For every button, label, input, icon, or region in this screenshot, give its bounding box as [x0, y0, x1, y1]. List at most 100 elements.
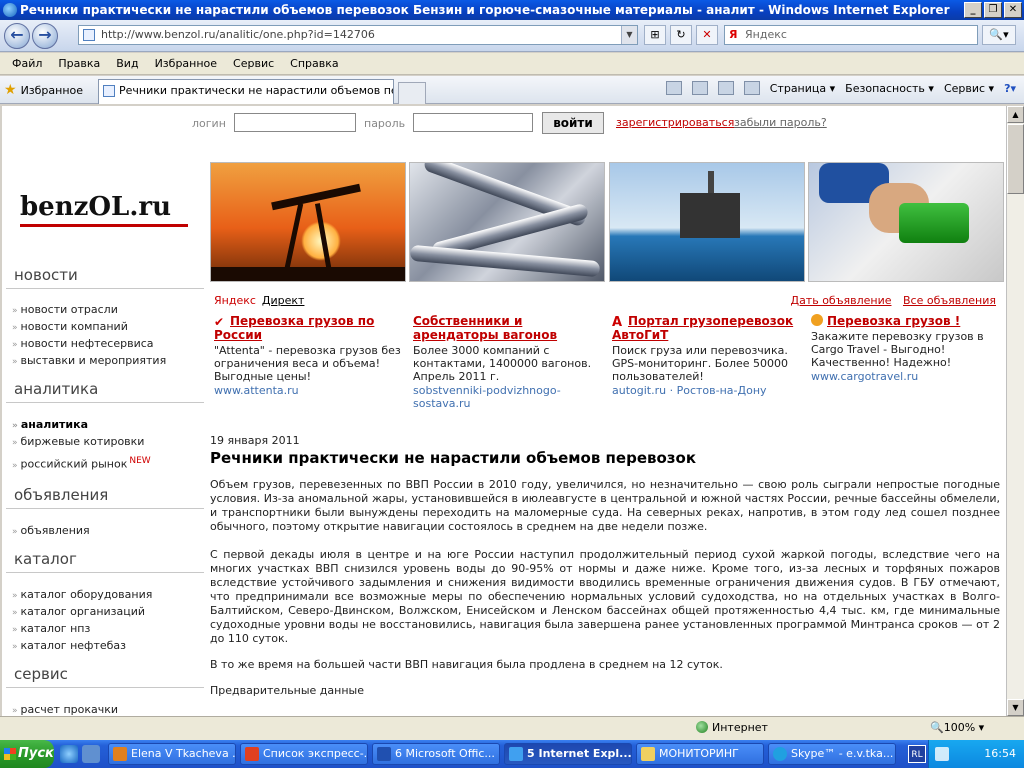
- taskbar: Пуск Elena V Tkacheva ... Список экспрес…: [0, 740, 1024, 768]
- section-classifieds[interactable]: объявления: [14, 486, 108, 504]
- app-icon: [245, 747, 259, 761]
- section-news[interactable]: новости: [14, 266, 78, 284]
- sidebar-item-refinery-catalog[interactable]: каталог нпз: [12, 622, 91, 635]
- login-button[interactable]: войти: [542, 112, 604, 134]
- close-button[interactable]: ✕: [1004, 2, 1022, 18]
- scroll-down-icon[interactable]: ▼: [1007, 699, 1024, 716]
- sidebar-item-org-catalog[interactable]: каталог организаций: [12, 605, 146, 618]
- sidebar-item-analytics[interactable]: аналитика: [12, 418, 88, 431]
- autogit-logo-icon: A: [612, 315, 623, 330]
- sidebar-item-equipment-catalog[interactable]: каталог оборудования: [12, 588, 153, 601]
- search-input[interactable]: Я Яндекс: [724, 25, 978, 45]
- web-page: логин пароль войти зарегистрироваться за…: [2, 106, 1006, 716]
- forgot-password-link[interactable]: забыли пароль?: [734, 116, 827, 129]
- register-link[interactable]: зарегистрироваться: [616, 116, 734, 129]
- banner-fuel-nozzle-image[interactable]: [808, 162, 1004, 282]
- ie-logo-icon: [3, 3, 17, 17]
- taskbar-button[interactable]: 6 Microsoft Offic...: [372, 743, 500, 765]
- banner-pipes-image[interactable]: [409, 162, 605, 282]
- back-button[interactable]: ←: [4, 23, 30, 49]
- banner-offshore-platform-image[interactable]: [609, 162, 805, 282]
- taskbar-button[interactable]: Список экспресс-...: [240, 743, 368, 765]
- article-paragraph: Объем грузов, перевезенных по ВВП России…: [210, 478, 1000, 533]
- ad-url[interactable]: www.attenta.ru: [214, 384, 406, 397]
- ie-icon: [509, 747, 523, 761]
- safety-menu[interactable]: Безопасность ▾: [845, 82, 934, 95]
- language-indicator[interactable]: RL: [908, 745, 926, 763]
- post-ad-link[interactable]: Дать объявление: [790, 294, 891, 307]
- windows-flag-icon: [4, 748, 16, 760]
- sidebar-item-classifieds[interactable]: объявления: [12, 524, 90, 537]
- ad-url[interactable]: autogit.ru · Ростов-на-Дону: [612, 384, 804, 397]
- feeds-icon[interactable]: [691, 81, 708, 95]
- vertical-scrollbar[interactable]: ▲ ▼: [1006, 106, 1024, 716]
- sidebar-item-pumping-calc[interactable]: расчет прокачки: [12, 703, 119, 716]
- refresh-icon[interactable]: ↻: [670, 25, 692, 45]
- ad-links: Дать объявление Все объявления: [782, 294, 996, 307]
- sidebar-item-industry-news[interactable]: новости отрасли: [12, 303, 118, 316]
- tab-title: Речники практически не нарастили объемов…: [119, 84, 393, 97]
- sidebar-item-oilservice-news[interactable]: новости нефтесервиса: [12, 337, 154, 350]
- taskbar-button[interactable]: Skype™ - e.v.tka...: [768, 743, 896, 765]
- menu-favorites[interactable]: Избранное: [147, 57, 225, 70]
- direct-link[interactable]: Директ: [262, 294, 305, 307]
- new-tab-button[interactable]: [398, 82, 426, 104]
- sidebar-item-russian-market[interactable]: российский рынокNEW: [12, 456, 151, 471]
- ad-url[interactable]: sobstvenniki-podvizhnogo-sostava.ru: [413, 384, 605, 410]
- desktop-quicklaunch-icon[interactable]: [82, 745, 100, 763]
- zoom-level[interactable]: 🔍100% ▾: [930, 721, 984, 734]
- section-catalog[interactable]: каталог: [14, 550, 77, 568]
- banner-oil-pump-image[interactable]: [210, 162, 406, 282]
- mail-icon[interactable]: [717, 81, 734, 95]
- ad-title[interactable]: A Портал грузоперевозок АвтоГиТ: [612, 314, 804, 342]
- menu-view[interactable]: Вид: [108, 57, 146, 70]
- menu-edit[interactable]: Правка: [50, 57, 108, 70]
- ad-title[interactable]: ✔ Перевозка грузов по России: [214, 314, 406, 342]
- site-logo[interactable]: benzOL.ru: [20, 192, 171, 222]
- minimize-button[interactable]: _: [964, 2, 982, 18]
- taskbar-button[interactable]: Elena V Tkacheva ...: [108, 743, 236, 765]
- search-placeholder: Яндекс: [745, 28, 787, 41]
- page-menu[interactable]: Страница ▾: [770, 82, 835, 95]
- address-field[interactable]: http://www.benzol.ru/analitic/one.php?id…: [78, 25, 638, 45]
- help-icon[interactable]: ?▾: [1004, 82, 1016, 95]
- ad-url[interactable]: www.cargotravel.ru: [811, 370, 1003, 383]
- scroll-thumb[interactable]: [1007, 124, 1024, 194]
- ad-title[interactable]: Собственники и арендаторы вагонов: [413, 314, 605, 342]
- sidebar-item-events[interactable]: выставки и мероприятия: [12, 354, 167, 367]
- password-input[interactable]: [413, 113, 533, 132]
- ad-title[interactable]: Перевозка грузов !: [811, 314, 1003, 328]
- section-analytics[interactable]: аналитика: [14, 380, 98, 398]
- stop-icon[interactable]: ✕: [696, 25, 718, 45]
- yandex-link[interactable]: Яндекс: [214, 294, 256, 307]
- browser-tab[interactable]: Речники практически не нарастили объемов…: [98, 79, 394, 104]
- taskbar-button-active[interactable]: 5 Internet Expl...: [504, 743, 632, 765]
- menu-file[interactable]: Файл: [4, 57, 50, 70]
- print-icon[interactable]: [743, 81, 760, 95]
- start-button[interactable]: Пуск: [0, 740, 54, 768]
- sidebar-item-depot-catalog[interactable]: каталог нефтебаз: [12, 639, 126, 652]
- tools-menu[interactable]: Сервис ▾: [944, 82, 994, 95]
- address-toolbar: ← → http://www.benzol.ru/analitic/one.ph…: [0, 20, 1024, 52]
- menu-help[interactable]: Справка: [282, 57, 346, 70]
- scroll-up-icon[interactable]: ▲: [1007, 106, 1024, 123]
- address-dropdown-icon[interactable]: ▼: [621, 26, 637, 44]
- forward-button[interactable]: →: [32, 23, 58, 49]
- login-input[interactable]: [234, 113, 356, 132]
- taskbar-button[interactable]: МОНИТОРИНГ: [636, 743, 764, 765]
- article-paragraph: С первой декады июля в центре и на юге Р…: [210, 548, 1000, 645]
- search-button[interactable]: 🔍▾: [982, 25, 1016, 45]
- word-icon: [377, 747, 391, 761]
- sidebar-item-company-news[interactable]: новости компаний: [12, 320, 128, 333]
- all-ads-link[interactable]: Все объявления: [903, 294, 996, 307]
- compat-view-icon[interactable]: ⊞: [644, 25, 666, 45]
- menu-tools[interactable]: Сервис: [225, 57, 282, 70]
- section-service[interactable]: сервис: [14, 665, 68, 683]
- favorites-button[interactable]: ★ Избранное: [4, 82, 83, 98]
- tray-icon[interactable]: [935, 747, 949, 761]
- home-icon[interactable]: [665, 81, 682, 95]
- sidebar-item-quotes[interactable]: биржевые котировки: [12, 435, 145, 448]
- ie-quicklaunch-icon[interactable]: [60, 745, 78, 763]
- ad-block: Собственники и арендаторы вагонов Более …: [413, 314, 605, 410]
- restore-button[interactable]: ❐: [984, 2, 1002, 18]
